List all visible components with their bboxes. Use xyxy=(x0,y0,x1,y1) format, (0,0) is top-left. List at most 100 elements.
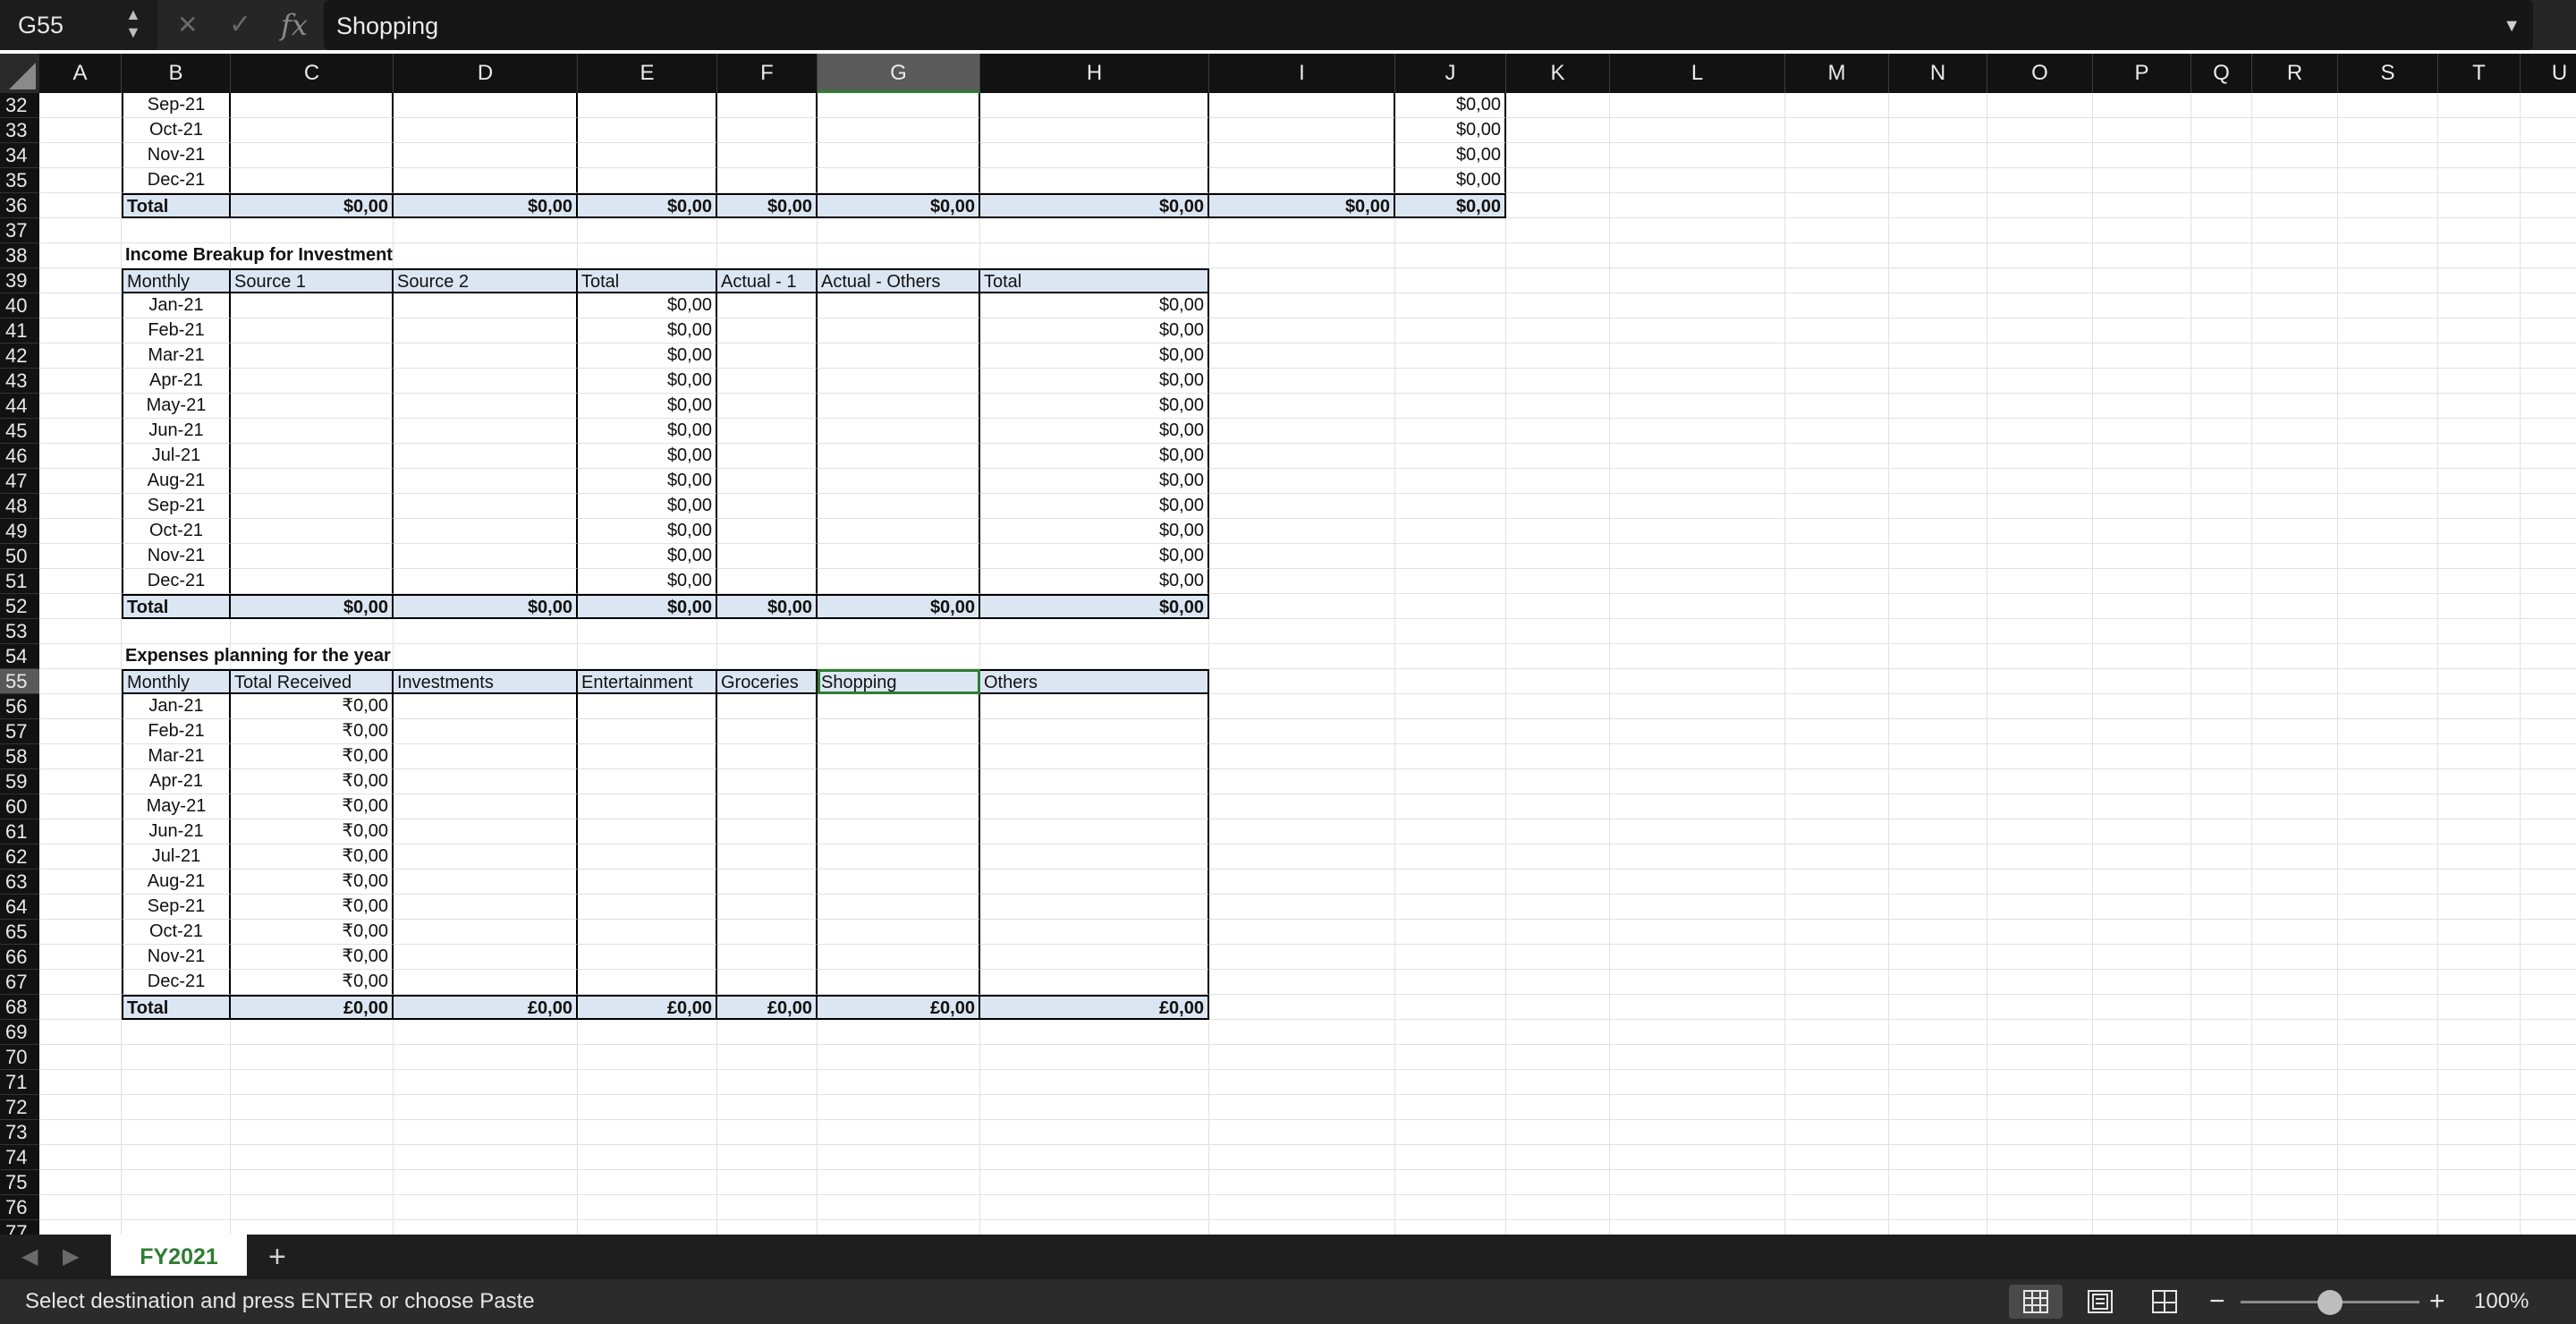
cell-i41[interactable] xyxy=(1209,318,1395,344)
cell-n44[interactable] xyxy=(1889,394,1987,419)
cell-o46[interactable] xyxy=(1987,444,2093,469)
cell-a56[interactable] xyxy=(39,694,122,719)
cell-h58[interactable] xyxy=(980,744,1209,769)
cell-u69[interactable] xyxy=(2521,1020,2576,1045)
cell-u63[interactable] xyxy=(2521,870,2576,895)
cell-p34[interactable] xyxy=(2093,143,2191,168)
cell-f64[interactable] xyxy=(717,895,818,920)
cell-k54[interactable] xyxy=(1506,644,1610,669)
cell-m42[interactable] xyxy=(1785,344,1889,369)
cell-i49[interactable] xyxy=(1209,519,1395,544)
cell-q42[interactable] xyxy=(2191,344,2252,369)
cell-j60[interactable] xyxy=(1395,794,1506,819)
cell-m50[interactable] xyxy=(1785,544,1889,569)
cell-g33[interactable] xyxy=(818,118,980,143)
cell-r75[interactable] xyxy=(2252,1170,2338,1195)
cell-b44[interactable]: May-21 xyxy=(122,394,231,419)
cell-e66[interactable] xyxy=(578,945,717,970)
cell-r54[interactable] xyxy=(2252,644,2338,669)
cell-h45[interactable]: $0,00 xyxy=(980,419,1209,444)
cell-f77[interactable] xyxy=(717,1220,818,1235)
cell-r71[interactable] xyxy=(2252,1070,2338,1095)
cell-b54[interactable]: Expenses planning for the year xyxy=(122,644,391,669)
cell-m59[interactable] xyxy=(1785,769,1889,794)
cell-q35[interactable] xyxy=(2191,168,2252,193)
cell-q63[interactable] xyxy=(2191,870,2252,895)
cell-e57[interactable] xyxy=(578,719,717,744)
cell-c43[interactable] xyxy=(231,369,394,394)
cell-j43[interactable] xyxy=(1395,369,1506,394)
cell-m39[interactable] xyxy=(1785,268,1889,293)
cell-b69[interactable] xyxy=(122,1020,231,1045)
cell-n36[interactable] xyxy=(1889,193,1987,218)
cell-d43[interactable] xyxy=(394,369,578,394)
cell-f61[interactable] xyxy=(717,819,818,844)
cell-e72[interactable] xyxy=(578,1095,717,1120)
cell-s39[interactable] xyxy=(2338,268,2438,293)
cell-q73[interactable] xyxy=(2191,1120,2252,1145)
cell-k34[interactable] xyxy=(1506,143,1610,168)
cell-t60[interactable] xyxy=(2438,794,2521,819)
cell-u52[interactable] xyxy=(2521,594,2576,619)
cell-g57[interactable] xyxy=(818,719,980,744)
cell-h32[interactable] xyxy=(980,93,1209,118)
cell-g34[interactable] xyxy=(818,143,980,168)
cell-d35[interactable] xyxy=(394,168,578,193)
cell-p63[interactable] xyxy=(2093,870,2191,895)
cell-n45[interactable] xyxy=(1889,419,1987,444)
cell-i51[interactable] xyxy=(1209,569,1395,594)
cell-m61[interactable] xyxy=(1785,819,1889,844)
cell-p59[interactable] xyxy=(2093,769,2191,794)
cell-q74[interactable] xyxy=(2191,1145,2252,1170)
cell-d77[interactable] xyxy=(394,1220,578,1235)
column-header-u[interactable]: U xyxy=(2521,54,2576,93)
cell-p38[interactable] xyxy=(2093,243,2191,268)
cell-f73[interactable] xyxy=(717,1120,818,1145)
cell-n48[interactable] xyxy=(1889,494,1987,519)
cell-e35[interactable] xyxy=(578,168,717,193)
cell-g50[interactable] xyxy=(818,544,980,569)
cell-a38[interactable] xyxy=(39,243,122,268)
cell-c65[interactable]: ₹0,00 xyxy=(231,920,394,945)
cell-k41[interactable] xyxy=(1506,318,1610,344)
cell-c73[interactable] xyxy=(231,1120,394,1145)
cell-f40[interactable] xyxy=(717,293,818,318)
cell-q64[interactable] xyxy=(2191,895,2252,920)
cell-l41[interactable] xyxy=(1610,318,1785,344)
cell-e59[interactable] xyxy=(578,769,717,794)
cell-h43[interactable]: $0,00 xyxy=(980,369,1209,394)
cell-h37[interactable] xyxy=(980,218,1209,243)
cell-b74[interactable] xyxy=(122,1145,231,1170)
cell-m58[interactable] xyxy=(1785,744,1889,769)
cell-k75[interactable] xyxy=(1506,1170,1610,1195)
row-header-59[interactable]: 59 xyxy=(0,769,39,794)
cell-h54[interactable] xyxy=(980,644,1209,669)
cell-s49[interactable] xyxy=(2338,519,2438,544)
cell-m77[interactable] xyxy=(1785,1220,1889,1235)
cell-h39[interactable]: Total xyxy=(980,268,1209,293)
row-header-75[interactable]: 75 xyxy=(0,1170,39,1195)
row-header-71[interactable]: 71 xyxy=(0,1070,39,1095)
cell-i66[interactable] xyxy=(1209,945,1395,970)
cell-e73[interactable] xyxy=(578,1120,717,1145)
cell-j66[interactable] xyxy=(1395,945,1506,970)
column-header-l[interactable]: L xyxy=(1610,54,1785,93)
cell-o49[interactable] xyxy=(1987,519,2093,544)
cell-j36[interactable]: $0,00 xyxy=(1395,193,1506,218)
cell-p53[interactable] xyxy=(2093,619,2191,644)
cell-u40[interactable] xyxy=(2521,293,2576,318)
cell-n38[interactable] xyxy=(1889,243,1987,268)
cell-g48[interactable] xyxy=(818,494,980,519)
cell-s59[interactable] xyxy=(2338,769,2438,794)
cell-p73[interactable] xyxy=(2093,1120,2191,1145)
cell-d71[interactable] xyxy=(394,1070,578,1095)
cell-c68[interactable]: £0,00 xyxy=(231,995,394,1020)
cell-c41[interactable] xyxy=(231,318,394,344)
cell-c76[interactable] xyxy=(231,1195,394,1220)
cell-d62[interactable] xyxy=(394,844,578,870)
cell-t50[interactable] xyxy=(2438,544,2521,569)
cell-t49[interactable] xyxy=(2438,519,2521,544)
cell-p72[interactable] xyxy=(2093,1095,2191,1120)
cell-p56[interactable] xyxy=(2093,694,2191,719)
cell-o41[interactable] xyxy=(1987,318,2093,344)
